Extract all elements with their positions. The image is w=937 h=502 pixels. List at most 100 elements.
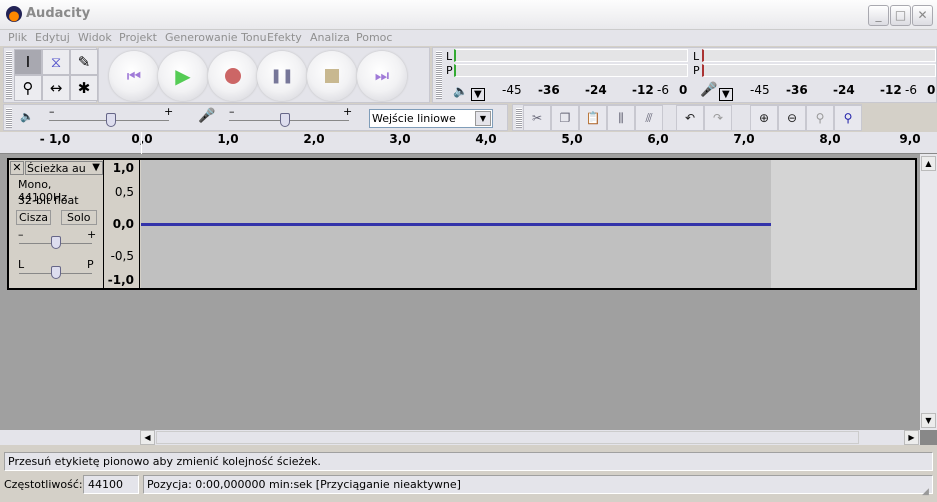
timeline-ruler[interactable]: - 1,0 0,0 1,0 2,0 3,0 4,0 5,0 6,0 7,0 8,… [0, 132, 937, 154]
toolbar-grip[interactable] [6, 108, 12, 128]
rate-field[interactable]: 44100 [83, 475, 139, 494]
zoom-out-icon[interactable]: ⊖ [778, 105, 806, 131]
ruler-label: 1,0 [217, 132, 239, 146]
gain-slider-thumb[interactable] [51, 236, 61, 249]
scroll-up-icon[interactable]: ▲ [921, 156, 936, 171]
window-title: Audacity [26, 6, 91, 21]
edit-toolbar: ✂ ❐ 📋 ⫼ ⫻ ↶ ↷ ⊕ ⊖ ⚲ ⚲ [512, 104, 862, 131]
ruler-label: 6,0 [647, 132, 669, 146]
vruler-label: 0,0 [112, 217, 134, 231]
toolbar-grip[interactable] [516, 108, 522, 128]
play-meter-right-label: P [446, 64, 453, 77]
record-icon [225, 68, 241, 84]
toolbar-grip[interactable] [436, 51, 442, 99]
mixer-toolbar: 🔈 – + 🎤 – + Wejście liniowe ▼ [3, 104, 508, 131]
close-button[interactable]: ✕ [912, 5, 933, 26]
play-button[interactable]: ▶ [158, 51, 208, 101]
stop-button[interactable] [307, 51, 357, 101]
record-meter-left [702, 49, 936, 62]
mute-button[interactable]: Cisza [16, 210, 51, 225]
scroll-right-icon[interactable]: ▶ [904, 430, 919, 445]
draw-tool-icon[interactable]: ✎ [70, 49, 98, 75]
slider-plus-label: + [343, 105, 353, 118]
paste-icon[interactable]: 📋 [579, 105, 607, 131]
menu-widok[interactable]: Widok [78, 31, 112, 44]
gain-plus-label: + [87, 228, 97, 241]
play-icon: ▶ [175, 64, 191, 88]
vertical-scrollbar[interactable]: ▲ ▼ [920, 154, 937, 430]
waveform[interactable] [141, 160, 771, 288]
scroll-thumb[interactable] [156, 431, 859, 444]
track-close-button[interactable]: ✕ [10, 161, 24, 175]
input-source-value: Wejście liniowe [372, 112, 456, 125]
toolbar-grip[interactable] [6, 51, 12, 99]
timeshift-tool-icon[interactable]: ↔ [42, 75, 70, 101]
track-bitdepth: 32-bit float [18, 194, 79, 207]
stop-icon [325, 69, 339, 83]
empty-track-area[interactable] [771, 160, 915, 288]
menu-pomoc[interactable]: Pomoc [356, 31, 392, 44]
menu-plik[interactable]: Plik [8, 31, 27, 44]
scale-label: 0 [927, 83, 936, 97]
input-source-select[interactable]: Wejście liniowe ▼ [369, 109, 493, 128]
record-meter-left-label: L [693, 50, 700, 63]
skip-start-button[interactable]: ⏮ [109, 51, 159, 101]
menu-efekty[interactable]: Efekty [267, 31, 302, 44]
cut-icon[interactable]: ✂ [523, 105, 551, 131]
scroll-corner [920, 430, 937, 445]
position-status: Pozycja: 0:00,000000 min:sek [Przyciągan… [143, 475, 933, 494]
maximize-button[interactable]: □ [890, 5, 911, 26]
selection-tool-icon[interactable]: I [14, 49, 42, 75]
menu-analiza[interactable]: Analiza [310, 31, 350, 44]
status-message: Przesuń etykietę pionowo aby zmienić kol… [4, 452, 933, 471]
ruler-label: 9,0 [899, 132, 921, 146]
output-volume-thumb[interactable] [106, 113, 116, 127]
record-meter-right-label: P [693, 64, 700, 77]
track-menu-button[interactable]: Ścieżka au ▼ [25, 161, 103, 175]
chevron-down-icon[interactable]: ▼ [475, 111, 491, 126]
ruler-label: 4,0 [475, 132, 497, 146]
gain-minus-label: – [18, 228, 24, 241]
envelope-tool-icon[interactable]: ⧖ [42, 49, 70, 75]
silence-icon[interactable]: ⫻ [635, 105, 663, 131]
skip-end-button[interactable]: ⏭ [357, 51, 407, 101]
redo-icon[interactable]: ↷ [704, 105, 732, 131]
undo-icon[interactable]: ↶ [676, 105, 704, 131]
ruler-label: - 1,0 [39, 132, 71, 146]
input-volume-thumb[interactable] [280, 113, 290, 127]
skip-start-icon: ⏮ [126, 66, 142, 85]
scale-label: -12 [880, 83, 902, 97]
horizontal-scrollbar[interactable]: ◀ ▶ [0, 430, 920, 445]
resize-grip-icon[interactable]: ◢ [922, 487, 929, 497]
menu-bar: Plik Edytuj Widok Projekt Generowanie To… [0, 30, 937, 46]
track-control-panel[interactable]: ✕ Ścieżka au ▼ Mono, 44100Hz 32-bit floa… [9, 160, 104, 288]
fit-selection-icon[interactable]: ⚲ [806, 105, 834, 131]
pan-slider-thumb[interactable] [51, 266, 61, 279]
multi-tool-icon[interactable]: ✱ [70, 75, 98, 101]
scale-label: -6 [657, 83, 669, 97]
menu-projekt[interactable]: Projekt [119, 31, 157, 44]
zoom-in-icon[interactable]: ⊕ [750, 105, 778, 131]
scroll-down-icon[interactable]: ▼ [921, 413, 936, 428]
record-button[interactable] [208, 51, 258, 101]
trim-icon[interactable]: ⫼ [607, 105, 635, 131]
vruler-label: 0,5 [114, 185, 134, 199]
copy-icon[interactable]: ❐ [551, 105, 579, 131]
ruler-label: 3,0 [389, 132, 411, 146]
zoom-tool-icon[interactable]: ⚲ [14, 75, 42, 101]
ruler-label: 2,0 [303, 132, 325, 146]
menu-edytuj[interactable]: Edytuj [35, 31, 70, 44]
minimize-button[interactable]: _ [868, 5, 889, 26]
slider-minus-label: – [229, 105, 235, 118]
fit-project-icon[interactable]: ⚲ [834, 105, 862, 131]
slider-plus-label: + [164, 105, 174, 118]
pause-button[interactable]: ❚❚ [257, 51, 307, 101]
ruler-label: 5,0 [561, 132, 583, 146]
play-meter-dropdown-icon[interactable]: ▼ [471, 88, 485, 101]
skip-end-icon: ⏭ [374, 66, 390, 85]
solo-button[interactable]: Solo [61, 210, 97, 225]
menu-generowanie-tonu[interactable]: Generowanie Tonu [165, 31, 267, 44]
scroll-left-icon[interactable]: ◀ [140, 430, 155, 445]
record-meter-dropdown-icon[interactable]: ▼ [719, 88, 733, 101]
scale-label: -36 [786, 83, 808, 97]
